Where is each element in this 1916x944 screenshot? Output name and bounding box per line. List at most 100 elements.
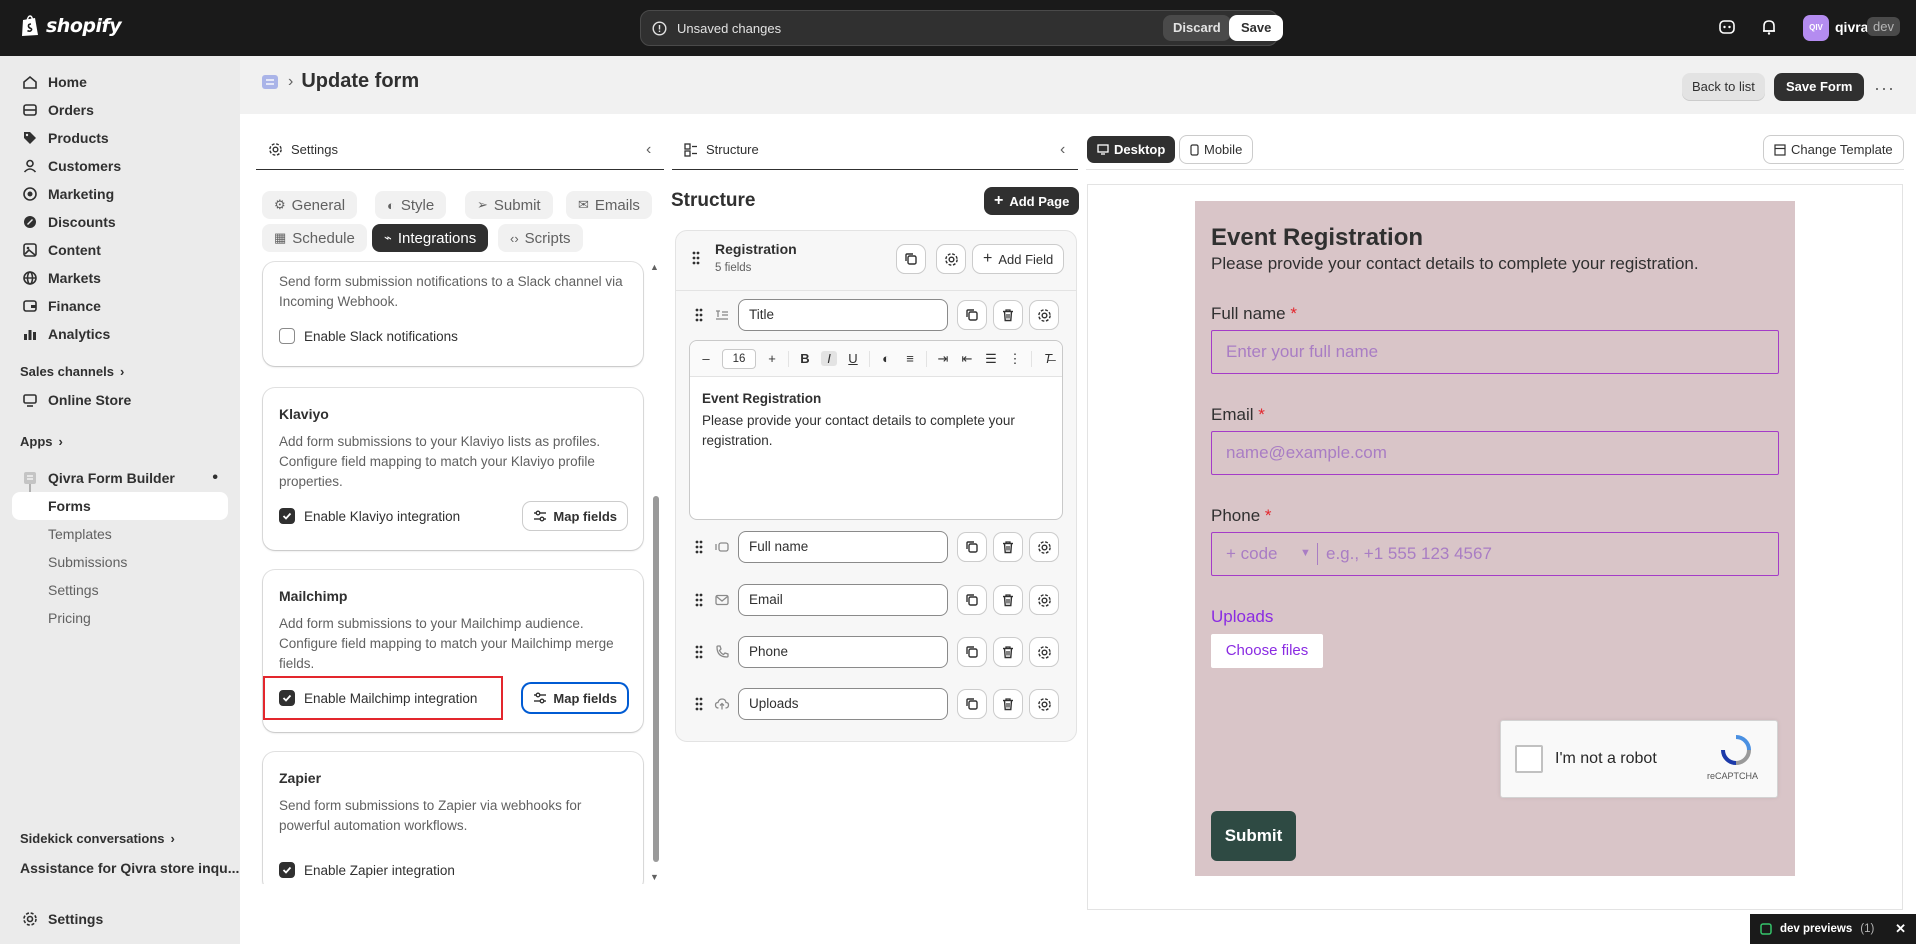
zapier-checkbox[interactable]	[279, 862, 295, 878]
drag-handle-icon[interactable]	[694, 592, 704, 608]
field-settings-button[interactable]	[1030, 533, 1058, 561]
sidebar-subitem-pricing[interactable]: Pricing	[12, 604, 228, 632]
sidebar-item-settings[interactable]: Settings	[12, 905, 228, 933]
field-label-input[interactable]: Phone	[738, 636, 948, 668]
email-input[interactable]: name@example.com	[1211, 431, 1779, 475]
sidebar-subitem-templates[interactable]: Templates	[12, 520, 228, 548]
scroll-down-icon[interactable]: ▼	[650, 872, 659, 882]
add-page-button[interactable]: + Add Page	[984, 187, 1080, 215]
slack-checkbox[interactable]	[279, 328, 295, 344]
submit-button[interactable]: Submit	[1211, 811, 1296, 861]
duplicate-field-button[interactable]	[958, 586, 986, 614]
bullet-list-icon[interactable]: ☰	[983, 351, 999, 367]
drag-handle-icon[interactable]	[694, 696, 704, 712]
sidekick-conversations-label[interactable]: Sidekick conversations ›	[20, 831, 175, 846]
desktop-view-tab[interactable]: Desktop	[1087, 136, 1176, 163]
tab-schedule[interactable]: ▦ Schedule	[262, 224, 367, 252]
store-avatar[interactable]: QIV	[1803, 15, 1829, 41]
indent-icon[interactable]: ⇥	[935, 351, 951, 367]
align-icon[interactable]: ≡	[902, 351, 918, 366]
sidebar-item-analytics[interactable]: Analytics	[12, 320, 228, 348]
full-name-input[interactable]: Enter your full name	[1211, 330, 1779, 374]
sidebar-item-products[interactable]: Products	[12, 124, 228, 152]
save-button[interactable]: Save	[1229, 15, 1284, 41]
sidebar-subitem-settings[interactable]: Settings	[12, 576, 228, 604]
close-icon[interactable]: ✕	[1895, 921, 1906, 937]
klaviyo-enable-row[interactable]: Enable Klaviyo integration	[279, 508, 460, 524]
tab-scripts[interactable]: ‹› Scripts	[498, 224, 583, 252]
sidekick-conversation-item[interactable]: Assistance for Qivra store inqu...	[20, 860, 239, 876]
sidebar-item-orders[interactable]: Orders	[12, 96, 228, 124]
font-size-input[interactable]: 16	[722, 348, 756, 369]
rich-text-editor[interactable]: – 16 + B I U ◐ ≡ ⇥ ⇤ ☰ ⋮ T̶ Event Regist…	[689, 340, 1063, 520]
field-label-input[interactable]: Full name	[738, 531, 948, 563]
klaviyo-checkbox[interactable]	[279, 508, 295, 524]
delete-field-button[interactable]	[994, 301, 1022, 329]
delete-field-button[interactable]	[994, 586, 1022, 614]
mobile-view-tab[interactable]: Mobile	[1180, 136, 1253, 163]
sidebar-item-finance[interactable]: Finance	[12, 292, 228, 320]
mailchimp-map-fields-button[interactable]: Map fields	[523, 684, 627, 712]
zapier-enable-row[interactable]: Enable Zapier integration	[279, 862, 455, 878]
sales-channels-label[interactable]: Sales channels ›	[20, 364, 124, 379]
duplicate-page-button[interactable]	[897, 245, 925, 273]
sidekick-icon[interactable]	[1718, 18, 1736, 36]
save-form-button[interactable]: Save Form	[1774, 73, 1865, 101]
drag-handle-icon[interactable]	[694, 307, 704, 323]
scroll-up-icon[interactable]: ▲	[650, 262, 659, 272]
numbered-list-icon[interactable]: ⋮	[1007, 351, 1023, 367]
field-settings-button[interactable]	[1030, 638, 1058, 666]
drag-handle-icon[interactable]	[691, 250, 701, 266]
delete-field-button[interactable]	[994, 638, 1022, 666]
sidebar-item-app[interactable]: Qivra Form Builder •	[12, 464, 228, 492]
tab-submit[interactable]: ➢ Submit	[465, 191, 553, 219]
page-settings-button[interactable]	[937, 245, 965, 273]
more-actions-button[interactable]: ···	[1874, 78, 1895, 99]
collapse-settings-icon[interactable]: ‹	[646, 141, 651, 159]
sidebar-item-discounts[interactable]: Discounts	[12, 208, 228, 236]
clear-format-icon[interactable]: T̶	[1040, 351, 1056, 366]
duplicate-field-button[interactable]	[958, 690, 986, 718]
delete-field-button[interactable]	[994, 533, 1022, 561]
tab-integrations[interactable]: ⌁ Integrations	[372, 224, 489, 252]
sidebar-item-content[interactable]: Content	[12, 236, 228, 264]
underline-icon[interactable]: U	[845, 351, 861, 366]
sidebar-item-marketing[interactable]: Marketing	[12, 180, 228, 208]
drag-handle-icon[interactable]	[694, 539, 704, 555]
discard-button[interactable]: Discard	[1163, 15, 1231, 41]
sidebar-item-customers[interactable]: Customers	[12, 152, 228, 180]
decrease-font-icon[interactable]: –	[698, 351, 714, 366]
tab-general[interactable]: ⚙ General	[262, 191, 358, 219]
klaviyo-map-fields-button[interactable]: Map fields	[523, 502, 627, 530]
back-to-list-button[interactable]: Back to list	[1682, 73, 1765, 101]
drag-handle-icon[interactable]	[694, 644, 704, 660]
increase-font-icon[interactable]: +	[764, 351, 780, 366]
tab-style[interactable]: ◐ Style	[375, 191, 447, 219]
color-palette-icon[interactable]: ◐	[878, 351, 894, 366]
duplicate-field-button[interactable]	[958, 533, 986, 561]
phone-input[interactable]: e.g., +1 555 123 4567	[1326, 533, 1492, 574]
duplicate-field-button[interactable]	[958, 638, 986, 666]
field-label-input[interactable]: Title	[738, 299, 948, 331]
store-name[interactable]: qivra	[1835, 19, 1868, 35]
delete-field-button[interactable]	[994, 690, 1022, 718]
italic-icon[interactable]: I	[821, 351, 837, 366]
field-label-input[interactable]: Uploads	[738, 688, 948, 720]
sidebar-item-markets[interactable]: Markets	[12, 264, 228, 292]
add-field-button[interactable]: + Add Field	[973, 245, 1064, 273]
sidebar-subitem-forms[interactable]: Forms	[12, 492, 228, 520]
apps-label[interactable]: Apps ›	[20, 434, 63, 449]
slack-enable-row[interactable]: Enable Slack notifications	[279, 328, 458, 344]
field-label-input[interactable]: Email	[738, 584, 948, 616]
phone-code-select[interactable]: + code	[1226, 533, 1278, 574]
field-settings-button[interactable]	[1030, 301, 1058, 329]
sidebar-subitem-submissions[interactable]: Submissions	[12, 548, 228, 576]
collapse-structure-icon[interactable]: ‹	[1060, 141, 1065, 159]
scrollbar-thumb[interactable]	[653, 496, 659, 862]
dev-previews-bar[interactable]: dev previews (1) ✕	[1750, 914, 1916, 944]
shopify-logo[interactable]: shopify	[20, 14, 122, 37]
sidebar-item-home[interactable]: Home	[12, 68, 228, 96]
duplicate-field-button[interactable]	[958, 301, 986, 329]
choose-files-button[interactable]: Choose files	[1211, 634, 1323, 668]
recaptcha-checkbox[interactable]	[1515, 745, 1543, 773]
